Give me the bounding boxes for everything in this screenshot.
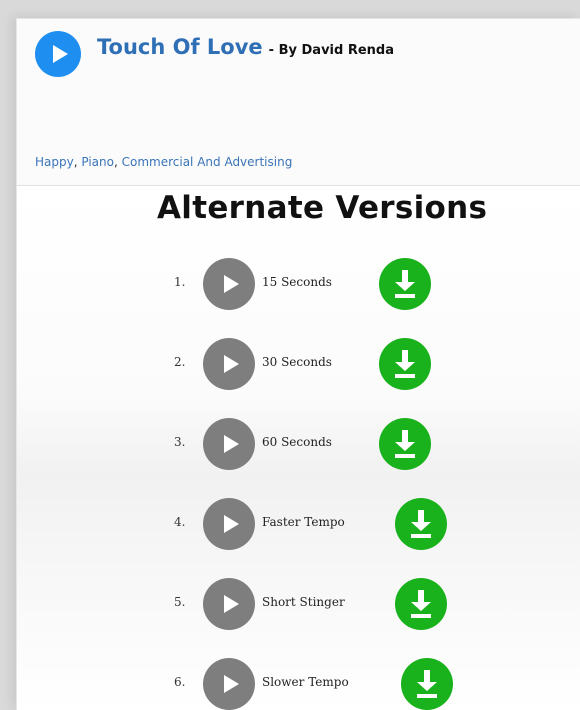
- song-header: Touch Of Love - By David Renda Happy, Pia…: [17, 19, 580, 186]
- play-icon: [224, 595, 239, 613]
- play-icon: [224, 675, 239, 693]
- version-play-button[interactable]: [203, 338, 255, 390]
- version-label: 30 Seconds: [262, 355, 332, 369]
- version-label: Slower Tempo: [262, 675, 349, 689]
- version-play-button[interactable]: [203, 498, 255, 550]
- version-play-button[interactable]: [203, 258, 255, 310]
- version-label: 15 Seconds: [262, 275, 332, 289]
- version-play-button[interactable]: [203, 658, 255, 710]
- download-icon: [411, 510, 431, 538]
- section-heading: Alternate Versions: [157, 190, 488, 226]
- tag-separator: ,: [113, 155, 122, 169]
- version-number: 4.: [174, 515, 186, 529]
- version-download-button[interactable]: [379, 418, 431, 470]
- play-icon: [53, 45, 68, 63]
- download-icon: [417, 670, 437, 698]
- version-download-button[interactable]: [395, 498, 447, 550]
- genre-tags: Happy, Piano, Commercial And Advertising: [35, 155, 292, 169]
- version-number: 6.: [174, 675, 186, 689]
- play-icon: [224, 355, 239, 373]
- version-download-button[interactable]: [379, 338, 431, 390]
- download-icon: [411, 590, 431, 618]
- version-download-button[interactable]: [401, 658, 453, 710]
- version-number: 2.: [174, 355, 186, 369]
- version-label: Faster Tempo: [262, 515, 345, 529]
- version-number: 1.: [174, 275, 186, 289]
- play-icon: [224, 275, 239, 293]
- version-label: Short Stinger: [262, 595, 345, 609]
- tag-link-piano[interactable]: Piano: [81, 155, 114, 169]
- version-play-button[interactable]: [203, 578, 255, 630]
- download-icon: [395, 270, 415, 298]
- tag-link-happy[interactable]: Happy: [35, 155, 74, 169]
- download-icon: [395, 430, 415, 458]
- version-play-button[interactable]: [203, 418, 255, 470]
- version-number: 3.: [174, 435, 186, 449]
- artist-credit: - By David Renda: [268, 43, 394, 58]
- version-download-button[interactable]: [379, 258, 431, 310]
- version-download-button[interactable]: [395, 578, 447, 630]
- alternate-versions-section: Alternate Versions 1. 15 Seconds 2. 30 S…: [17, 186, 580, 710]
- version-number: 5.: [174, 595, 186, 609]
- play-icon: [224, 515, 239, 533]
- main-play-button[interactable]: [35, 31, 81, 77]
- play-icon: [224, 435, 239, 453]
- version-label: 60 Seconds: [262, 435, 332, 449]
- download-icon: [395, 350, 415, 378]
- song-title-link[interactable]: Touch Of Love: [97, 35, 263, 59]
- tag-link-commercial-and-advertising[interactable]: Commercial And Advertising: [122, 155, 293, 169]
- song-panel: Touch Of Love - By David Renda Happy, Pia…: [16, 18, 580, 710]
- song-title-block: Touch Of Love - By David Renda: [97, 35, 394, 59]
